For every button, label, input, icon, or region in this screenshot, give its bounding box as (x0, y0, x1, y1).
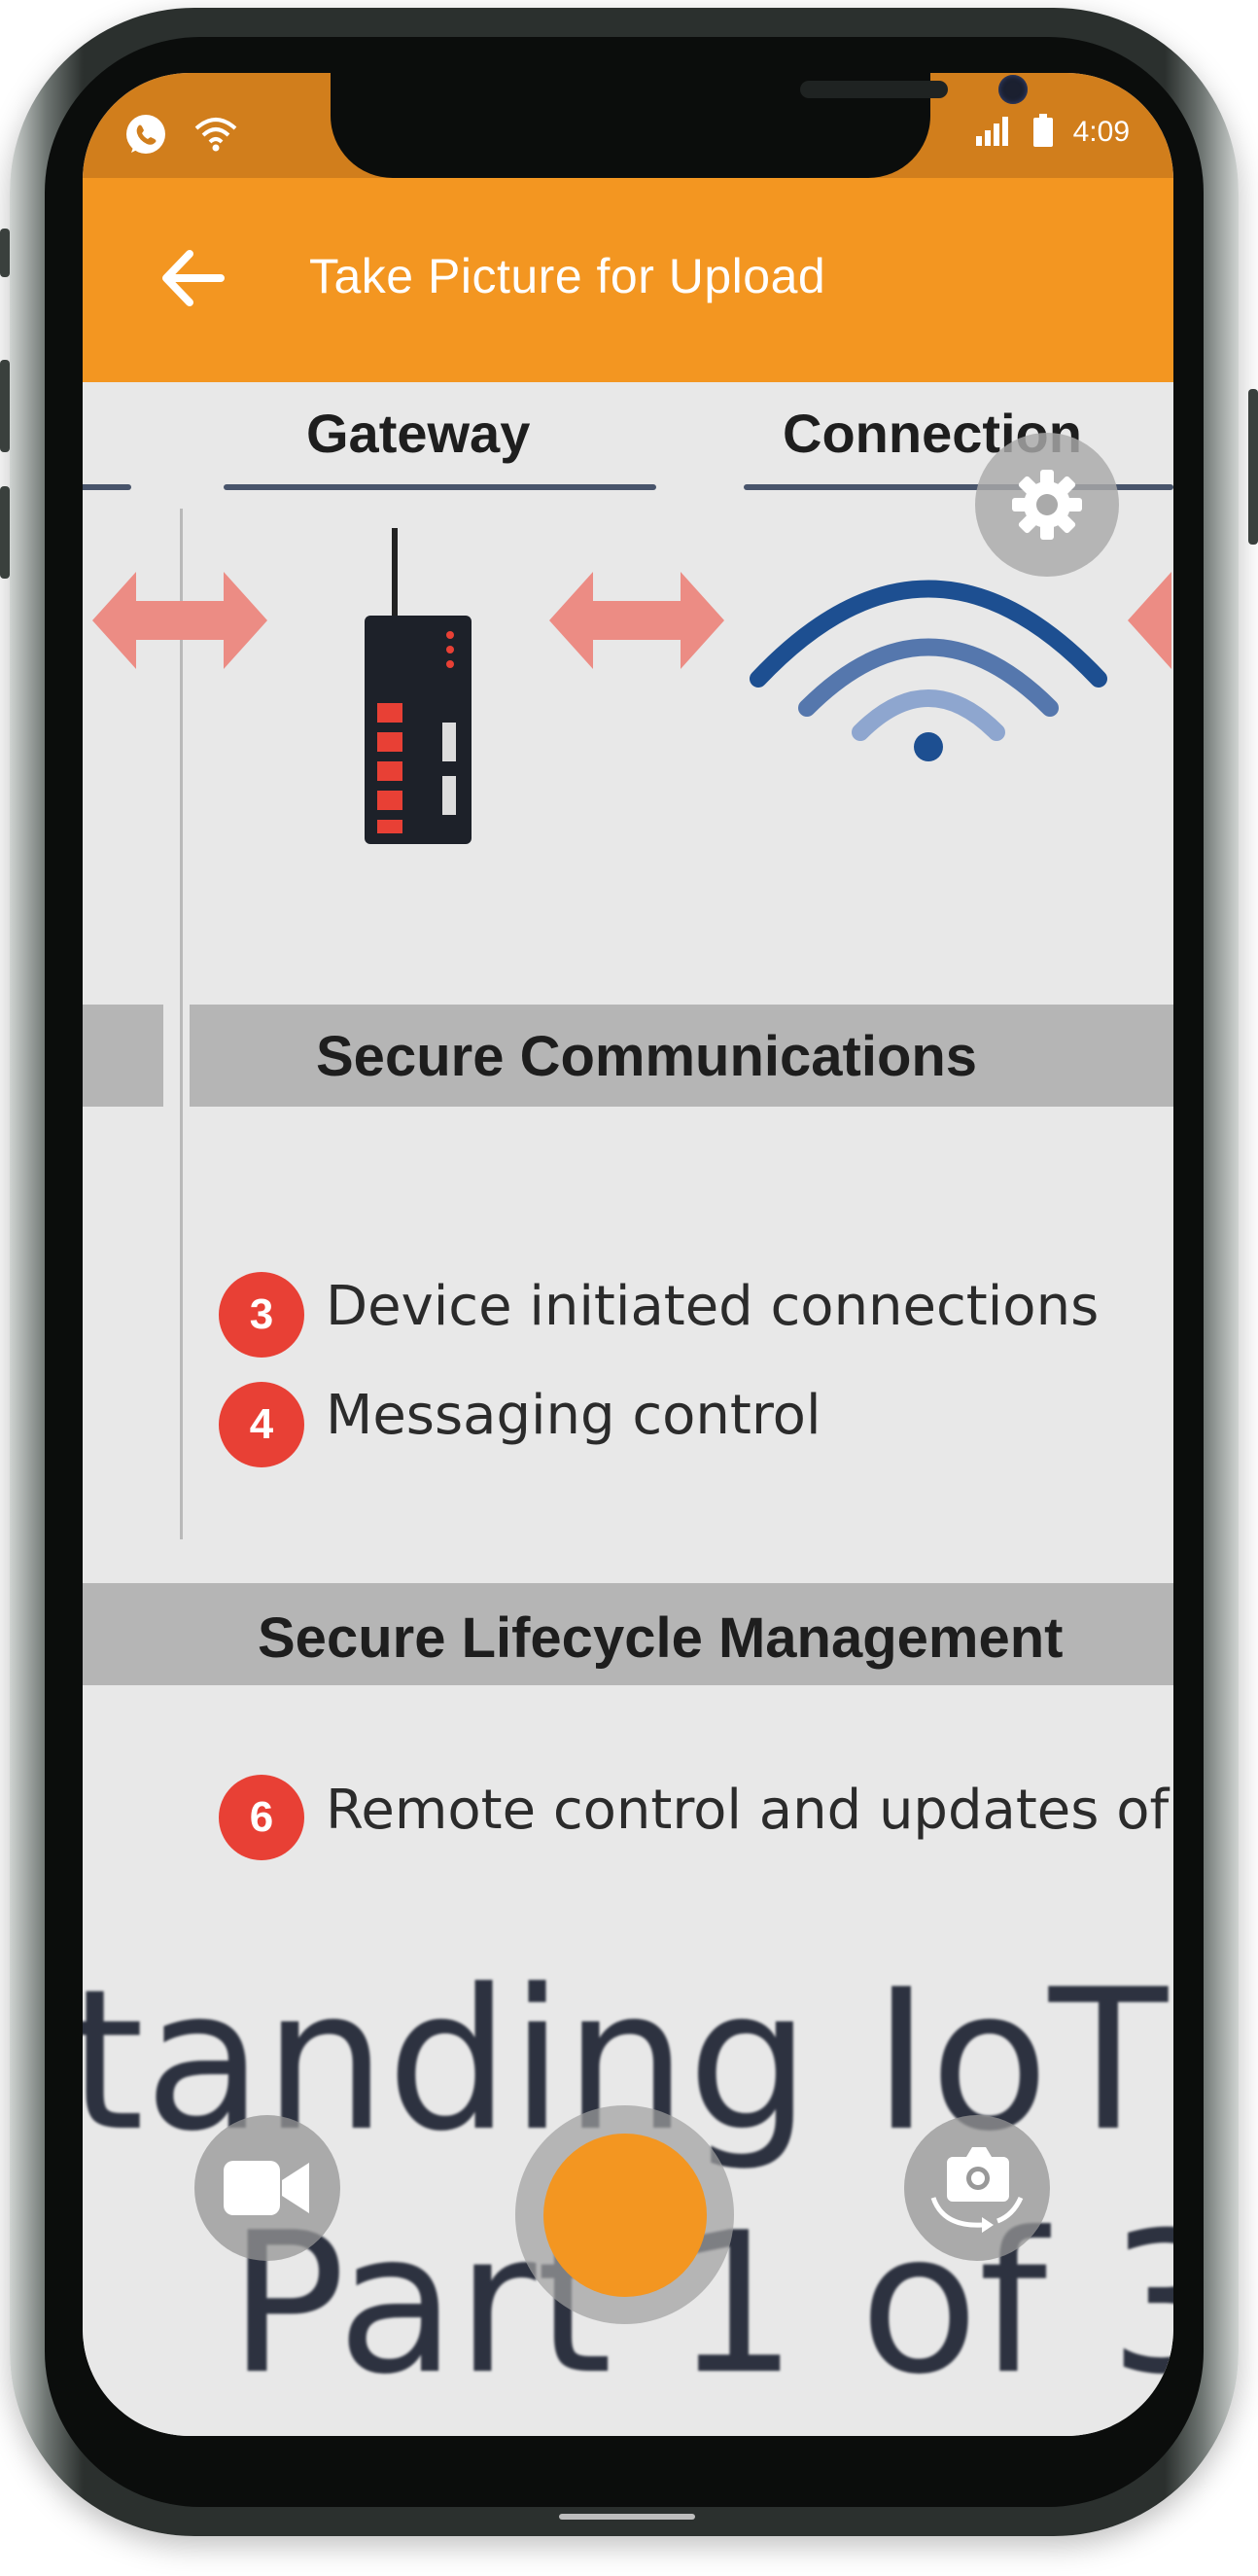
home-indicator (559, 2514, 695, 2520)
double-arrow-icon (549, 572, 724, 669)
signal-icon (974, 115, 1013, 150)
bullet-text: Remote control and updates of (326, 1779, 1170, 1842)
app-bar: Take Picture for Upload (83, 178, 1173, 382)
video-mode-button[interactable] (194, 2115, 340, 2261)
volume-up-button (0, 360, 10, 452)
section-title-secure-communications: Secure Communications (316, 1025, 978, 1088)
volume-down-button (0, 486, 10, 579)
whatsapp-icon (123, 112, 168, 160)
power-button (1248, 389, 1258, 545)
page-title: Take Picture for Upload (309, 249, 826, 303)
arrow-left-icon (162, 250, 225, 306)
bullet-number: 6 (219, 1775, 304, 1860)
video-camera-icon (224, 2161, 309, 2215)
gear-icon (1012, 470, 1082, 540)
settings-button[interactable] (975, 433, 1119, 577)
wifi-connection-icon (750, 580, 1107, 761)
switch-camera-icon (930, 2147, 1024, 2233)
bullet-number: 4 (219, 1382, 304, 1467)
battery-icon (1032, 114, 1054, 151)
side-button (0, 229, 10, 277)
wifi-icon (193, 115, 238, 158)
speaker-grille (800, 81, 948, 98)
status-right-icons: 4:09 (974, 114, 1130, 151)
status-left-icons (123, 112, 238, 160)
status-bar: 4:09 (83, 73, 1173, 178)
switch-camera-button[interactable] (904, 2115, 1050, 2261)
shutter-button[interactable] (542, 2133, 707, 2297)
header-underline (83, 484, 131, 490)
gateway-device-icon (365, 528, 472, 844)
camera-notch (331, 73, 1028, 178)
header-gateway: Gateway (306, 403, 531, 464)
bullet-text: Messaging control (326, 1384, 821, 1447)
front-camera (998, 75, 1028, 104)
back-button[interactable] (155, 244, 232, 312)
bullet-text: Device initiated connections (326, 1275, 1100, 1338)
status-time: 4:09 (1072, 116, 1130, 148)
section-title-lifecycle: Secure Lifecycle Management (258, 1606, 1064, 1670)
double-arrow-icon (92, 572, 267, 669)
bullet-number: 3 (219, 1272, 304, 1358)
section-band (83, 1005, 163, 1107)
phone-screen: 4:09 Take Picture for Upload Gateway Con… (83, 73, 1173, 2436)
shutter-ring[interactable] (515, 2105, 734, 2324)
header-underline (224, 484, 656, 490)
double-arrow-icon (1128, 572, 1171, 669)
